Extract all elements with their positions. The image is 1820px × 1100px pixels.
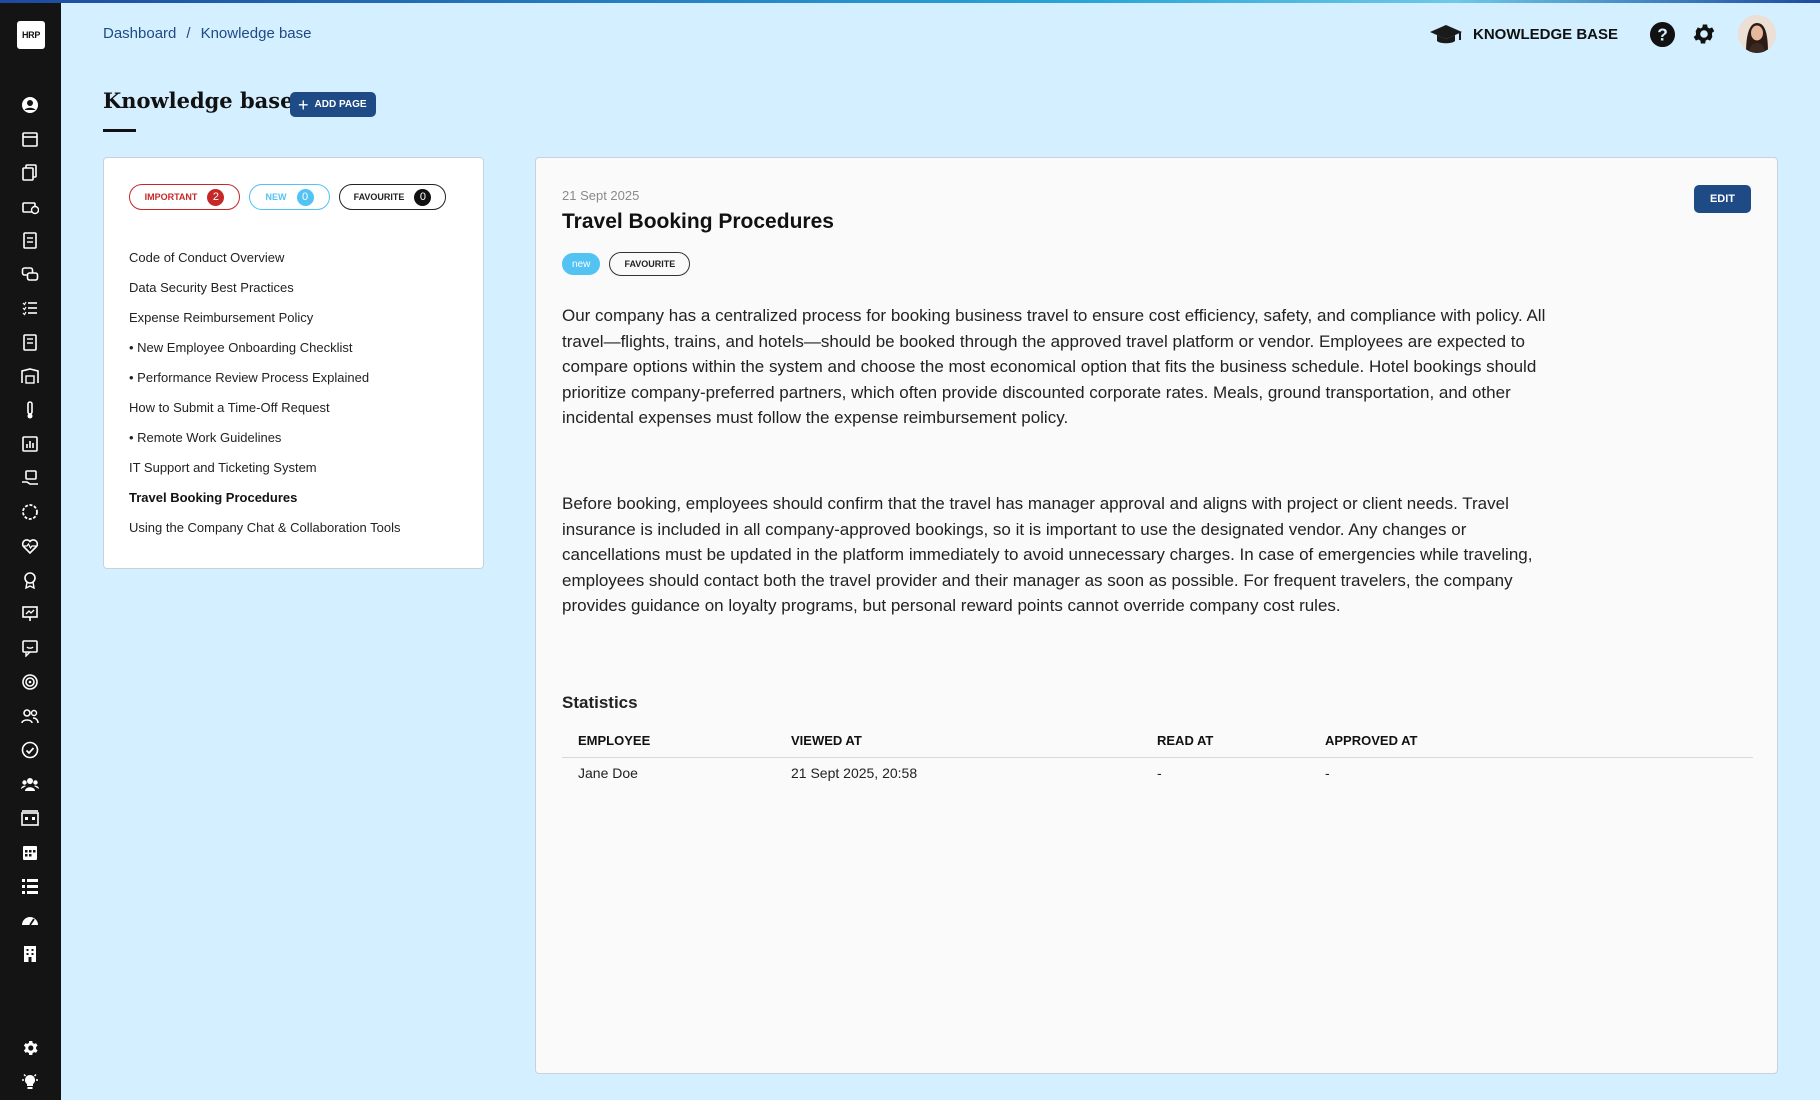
list-icon[interactable] [20,876,40,896]
thermometer-icon[interactable] [20,400,40,420]
tag-new: new [562,253,601,275]
calendar-icon[interactable] [20,129,40,149]
filter-label: IMPORTANT [144,192,198,202]
circle-dots-icon[interactable] [20,502,40,522]
award-icon[interactable] [20,570,40,590]
add-page-button[interactable]: + ADD PAGE [290,92,376,117]
table-cell: 21 Sept 2025, 20:58 [791,765,918,782]
help-icon[interactable]: ? [1648,20,1676,48]
article-list-item[interactable]: How to Submit a Time-Off Request [129,400,400,430]
filter-favourite[interactable]: FAVOURITE 0 [339,184,446,210]
table-row: Jane Doe 21 Sept 2025, 20:58 - - [562,757,1753,789]
table-cell: - [1325,765,1330,782]
article-tags: new FAVOURITE [562,252,691,276]
article-list-item[interactable]: Code of Conduct Overview [129,250,400,280]
lightbulb-icon[interactable] [20,1071,40,1091]
column-header-read-at: READ AT [1141,725,1309,758]
article-date: 21 Sept 2025 [562,188,640,203]
filter-count: 0 [296,188,314,206]
checklist-icon[interactable] [20,298,40,318]
article-list-item[interactable]: • Remote Work Guidelines [129,430,400,460]
filter-count: 2 [207,188,225,206]
table-cell: - [1157,765,1162,782]
article-list-item[interactable]: • New Employee Onboarding Checklist [129,340,400,370]
side-rail: HRP [0,0,61,1100]
statistics-title: Statistics [562,693,638,712]
article-list-item[interactable]: Travel Booking Procedures [129,490,400,520]
settings-icon[interactable] [20,1038,40,1058]
page-title: Knowledge base [103,88,294,113]
add-page-label: ADD PAGE [314,99,367,110]
section-label: KNOWLEDGE BASE [1472,25,1618,43]
filter-important[interactable]: IMPORTANT 2 [129,184,240,210]
filter-new[interactable]: NEW 0 [249,184,330,210]
table-cell: Jane Doe [578,765,638,782]
user-avatar[interactable] [1738,15,1776,53]
svg-text:?: ? [1657,24,1668,44]
article-list-item[interactable]: • Performance Review Process Explained [129,370,400,400]
contract-icon[interactable] [20,332,40,352]
user-circle-icon[interactable] [20,95,40,115]
article-list-item[interactable]: Using the Company Chat & Collaboration T… [129,520,400,550]
gear-icon[interactable] [1690,20,1718,48]
article-list-item[interactable]: Data Security Best Practices [129,280,400,310]
heart-pulse-icon[interactable] [20,536,40,556]
filter-chips: IMPORTANT 2 NEW 0 FAVOURITE 0 [129,184,446,210]
filter-label: NEW [265,192,287,202]
article-list: Code of Conduct Overview Data Security Be… [129,250,400,550]
breadcrumb-separator: / [186,25,191,42]
article-list-item[interactable]: Expense Reimbursement Policy [129,310,400,340]
calendar-grid-icon[interactable] [20,842,40,862]
team-icon[interactable] [20,774,40,794]
check-circle-icon[interactable] [20,740,40,760]
clipboard-icon[interactable] [20,230,40,250]
graduation-cap-icon [1429,25,1462,44]
feedback-icon[interactable] [20,638,40,658]
top-accent-strip [0,0,1820,3]
speedometer-icon[interactable] [20,910,40,930]
documents-icon[interactable] [20,162,40,182]
table-header-row: EMPLOYEE VIEWED AT READ AT APPROVED AT [562,725,1753,758]
building-icon[interactable] [20,944,40,964]
filter-count: 0 [414,188,432,206]
hand-box-icon[interactable] [20,468,40,488]
article-paragraph: Our company has a centralized process fo… [562,306,1546,427]
breadcrumb-dashboard[interactable]: Dashboard [103,25,176,42]
breadcrumb-knowledge-base[interactable]: Knowledge base [201,25,312,42]
presentation-chart-icon[interactable] [20,604,40,624]
target-icon[interactable] [20,672,40,692]
edit-button[interactable]: EDIT [1694,185,1751,213]
bar-chart-icon[interactable] [20,434,40,454]
briefcase-clock-icon[interactable] [20,196,40,216]
plus-icon: + [298,94,309,115]
tag-favourite[interactable]: FAVOURITE [609,252,691,276]
statistics-table: EMPLOYEE VIEWED AT READ AT APPROVED AT J… [562,725,1753,789]
column-header-viewed-at: VIEWED AT [775,725,1141,758]
article-list-item[interactable]: IT Support and Ticketing System [129,460,400,490]
header-actions: KNOWLEDGE BASE ? [1429,15,1776,53]
breadcrumb: Dashboard / Knowledge base [103,25,311,42]
column-header-employee: EMPLOYEE [562,725,775,758]
article-title: Travel Booking Procedures [562,210,834,233]
users-icon[interactable] [20,706,40,726]
article-list-panel: IMPORTANT 2 NEW 0 FAVOURITE 0 Code of Co… [103,157,484,569]
article-paragraph: Before booking, employees should confirm… [562,494,1533,615]
title-underline [103,129,136,132]
section-indicator: KNOWLEDGE BASE [1429,22,1618,46]
column-header-approved-at: APPROVED AT [1309,725,1753,758]
filter-label: FAVOURITE [353,192,405,202]
warehouse-icon[interactable] [20,366,40,386]
chat-bubbles-icon[interactable] [20,264,40,284]
building-calendar-icon[interactable] [20,808,40,828]
article-panel: 21 Sept 2025 Travel Booking Procedures E… [535,157,1778,1074]
app-logo[interactable]: HRP [17,21,45,49]
